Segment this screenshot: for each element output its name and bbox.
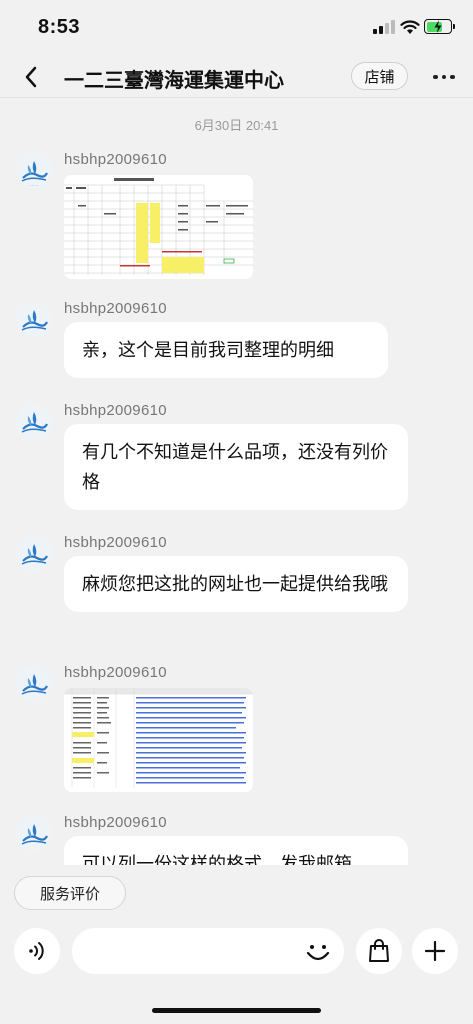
signal-icon: [373, 20, 395, 34]
more-actions-button[interactable]: [412, 928, 458, 974]
home-indicator[interactable]: [152, 1008, 321, 1013]
svg-text:· · · ·: · · · ·: [30, 183, 39, 188]
store-button[interactable]: 店铺: [351, 62, 408, 90]
status-time: 8:53: [38, 16, 81, 38]
sender-name: hsbhp2009610: [64, 534, 167, 551]
wifi-icon: [400, 20, 420, 34]
sender-name: hsbhp2009610: [64, 151, 167, 168]
avatar[interactable]: [16, 404, 52, 440]
sender-name: hsbhp2009610: [64, 402, 167, 419]
image-message[interactable]: [64, 688, 253, 792]
wave-logo-icon: · · · ·: [21, 161, 48, 188]
more-options-button[interactable]: [430, 64, 458, 90]
avatar[interactable]: [16, 816, 52, 852]
status-bar: 8:53: [0, 0, 473, 56]
voice-input-button[interactable]: [14, 928, 60, 974]
avatar[interactable]: [16, 302, 52, 338]
chat-area[interactable]: 6月30日 20:41 · · · · hsbhp2009610 hsbhp20…: [0, 99, 473, 865]
text-message[interactable]: 可以列一份这样的格式，发我邮箱: [64, 836, 408, 865]
wave-logo-icon: [21, 824, 48, 845]
spreadsheet-thumbnail: [64, 688, 253, 792]
image-message[interactable]: [64, 175, 253, 279]
wave-logo-icon: [21, 412, 48, 433]
text-message[interactable]: 有几个不知道是什么品项，还没有列价格: [64, 424, 408, 510]
back-button[interactable]: [18, 62, 44, 92]
text-message[interactable]: 麻烦您把这批的网址也一起提供给我哦: [64, 556, 408, 612]
service-rating-button[interactable]: 服务评价: [14, 876, 126, 910]
wave-logo-icon: [21, 310, 48, 331]
wave-logo-icon: [21, 544, 48, 565]
avatar[interactable]: · · · ·: [16, 153, 52, 189]
sender-name: hsbhp2009610: [64, 300, 167, 317]
emoji-button[interactable]: [302, 937, 334, 967]
wave-logo-icon: [21, 674, 48, 695]
shopping-bag-button[interactable]: [356, 928, 402, 974]
spreadsheet-thumbnail: [64, 175, 253, 279]
plus-icon: [424, 940, 446, 962]
emoji-icon: [306, 945, 330, 961]
bottom-bar: 服务评价: [0, 865, 473, 1024]
sender-name: hsbhp2009610: [64, 664, 167, 681]
text-message[interactable]: 亲，这个是目前我司整理的明细: [64, 322, 388, 378]
more-icon: [433, 74, 438, 80]
avatar[interactable]: [16, 536, 52, 572]
sender-name: hsbhp2009610: [64, 814, 167, 831]
voice-icon: [29, 942, 44, 960]
chat-timestamp: 6月30日 20:41: [194, 118, 279, 133]
shopping-bag-icon: [369, 939, 389, 962]
chevron-left-icon: [25, 66, 37, 88]
charging-bolt-icon: [434, 20, 442, 33]
battery-tip: [453, 24, 455, 29]
chat-header: 一二三臺灣海運集運中心 店铺: [0, 56, 473, 98]
avatar[interactable]: [16, 666, 52, 702]
chat-title: 一二三臺灣海運集運中心: [64, 70, 284, 92]
